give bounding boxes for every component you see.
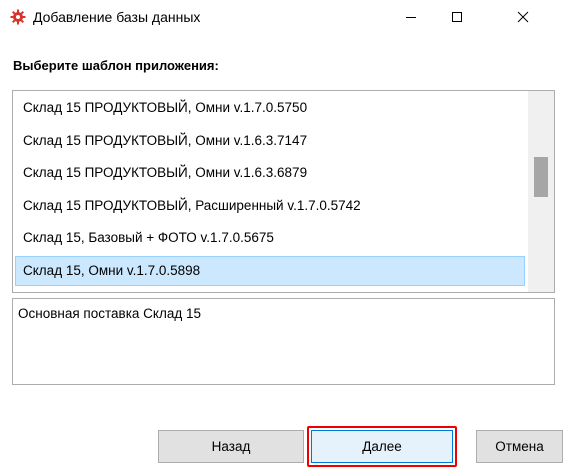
- title-bar: Добавление базы данных: [0, 0, 569, 34]
- back-button[interactable]: Назад: [158, 430, 304, 463]
- template-item[interactable]: Склад 15 ПРОДУКТОВЫЙ, Омни v.1.7.0.5750: [15, 93, 525, 123]
- cancel-button[interactable]: Отмена: [476, 430, 563, 463]
- maximize-button[interactable]: [434, 0, 480, 34]
- template-item[interactable]: Склад 15 ПРОДУКТОВЫЙ, Омни v.1.6.3.7147: [15, 126, 525, 156]
- scrollbar-thumb[interactable]: [534, 157, 548, 197]
- close-icon: [517, 11, 529, 23]
- minimize-icon: [406, 17, 416, 18]
- window-title: Добавление базы данных: [33, 9, 201, 25]
- list-scrollbar[interactable]: [528, 91, 554, 292]
- template-item[interactable]: Склад 15, Базовый + ФОТО v.1.7.0.5675: [15, 223, 525, 253]
- template-item[interactable]: Склад 15 ПРОДУКТОВЫЙ, Омни v.1.6.3.6879: [15, 158, 525, 188]
- gear-icon: [10, 9, 26, 25]
- template-listbox[interactable]: Склад 15 ПРОДУКТОВЫЙ, Омни v.1.7.0.5750 …: [12, 90, 555, 293]
- next-button[interactable]: Далее: [311, 430, 453, 463]
- template-item[interactable]: Склад 15, Омни v.1.7.0.5898: [15, 255, 525, 286]
- template-item[interactable]: Склад 15 ПРОДУКТОВЫЙ, Расширенный v.1.7.…: [15, 191, 525, 221]
- close-button[interactable]: [500, 0, 546, 34]
- template-description: Основная поставка Склад 15: [12, 298, 555, 385]
- maximize-icon: [452, 12, 462, 22]
- template-prompt-label: Выберите шаблон приложения:: [13, 58, 219, 73]
- minimize-button[interactable]: [388, 0, 434, 34]
